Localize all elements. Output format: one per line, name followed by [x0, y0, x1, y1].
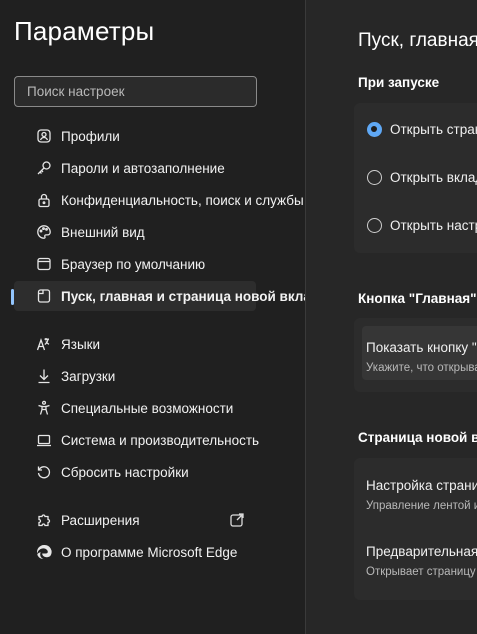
startup-option-custom-pages[interactable]: Открыть настроенные страницы [367, 218, 477, 233]
search-box[interactable] [14, 76, 257, 107]
page-title: Параметры [14, 16, 155, 46]
radio-button[interactable] [367, 170, 382, 185]
puzzle-icon [35, 511, 53, 529]
home-button-title: Кнопка "Главная" [358, 291, 477, 306]
sidebar-item-label: Специальные возможности [61, 400, 234, 416]
sidebar-item-default-browser[interactable]: Браузер по умолчанию [14, 249, 306, 279]
sidebar-item-start-home-newtab[interactable]: Пуск, главная и страница новой вкладки [14, 281, 306, 311]
sidebar-item-label: Внешний вид [61, 224, 145, 240]
sidebar-item-privacy[interactable]: Конфиденциальность, поиск и службы [14, 185, 306, 215]
setting-description: Открывает страницу новой вкладки быстрее [366, 566, 477, 578]
sidebar-item-label: Пуск, главная и страница новой вкладки [61, 288, 306, 304]
accessibility-icon [35, 399, 53, 417]
sidebar-item-label: Сбросить настройки [61, 464, 189, 480]
section-page-title: Пуск, главная и страница новой вкладки [358, 30, 477, 51]
search-input[interactable] [15, 77, 256, 106]
sidebar-item-extensions[interactable]: Расширения [14, 505, 306, 535]
reset-icon [35, 463, 53, 481]
main-content: Пуск, главная и страница новой вкладки П… [306, 0, 477, 634]
download-icon [35, 367, 53, 385]
sidebar-item-system[interactable]: Система и производительность [14, 425, 306, 455]
active-indicator [11, 289, 14, 305]
sidebar: Параметры Профили Пароли и автозаполнени… [0, 0, 306, 634]
on-startup-title: При запуске [358, 75, 440, 90]
radio-button[interactable] [367, 218, 382, 233]
sidebar-item-label: Браузер по умолчанию [61, 256, 206, 272]
sidebar-item-downloads[interactable]: Загрузки [14, 361, 306, 391]
sidebar-item-label: Система и производительность [61, 432, 260, 448]
profile-icon [35, 127, 53, 145]
laptop-icon [35, 431, 53, 449]
start-page-icon [35, 287, 53, 305]
lock-icon [35, 191, 53, 209]
sidebar-item-label: Конфиденциальность, поиск и службы [61, 192, 304, 208]
startup-option-new-tab[interactable]: Открыть страницу новой вкладки [367, 122, 477, 137]
new-tab-title: Страница новой вкладки [358, 430, 477, 445]
sidebar-item-label: Профили [61, 128, 120, 144]
setting-description: Укажите, что открывать при нажатии кнопк… [366, 362, 477, 374]
setting-description: Управление лентой и контентом [366, 500, 477, 512]
palette-icon [35, 223, 53, 241]
new-tab-customize-setting[interactable]: Настройка страницы новой вкладки Управле… [366, 478, 477, 512]
setting-label: Показать кнопку "Главная" на панели инст… [366, 340, 477, 355]
browser-icon [35, 255, 53, 273]
sidebar-item-label: Пароли и автозаполнение [61, 160, 225, 176]
setting-label: Предварительная загрузка страницы новой … [366, 544, 477, 559]
home-button-setting: Показать кнопку "Главная" на панели инст… [366, 340, 477, 374]
sidebar-item-label: Загрузки [61, 368, 116, 384]
sidebar-item-label: Расширения [61, 512, 140, 528]
setting-label: Настройка страницы новой вкладки [366, 478, 477, 493]
key-icon [35, 159, 53, 177]
sidebar-item-accessibility[interactable]: Специальные возможности [14, 393, 306, 423]
startup-option-previous-tabs[interactable]: Открыть вкладки из предыдущего сеанса [367, 170, 477, 185]
sidebar-item-label: О программе Microsoft Edge [61, 544, 238, 560]
home-button-card: Показать кнопку "Главная" на панели инст… [354, 318, 477, 392]
sidebar-item-languages[interactable]: Языки [14, 329, 306, 359]
radio-button-checked[interactable] [367, 122, 382, 137]
new-tab-card: Настройка страницы новой вкладки Управле… [354, 458, 477, 600]
sidebar-item-appearance[interactable]: Внешний вид [14, 217, 306, 247]
sidebar-item-reset[interactable]: Сбросить настройки [14, 457, 306, 487]
on-startup-card: Открыть страницу новой вкладки Открыть в… [354, 103, 477, 253]
sidebar-item-profiles[interactable]: Профили [14, 121, 306, 151]
new-tab-preload-setting[interactable]: Предварительная загрузка страницы новой … [366, 544, 477, 578]
sidebar-item-about[interactable]: О программе Microsoft Edge [14, 537, 306, 567]
sidebar-item-label: Языки [61, 336, 101, 352]
languages-icon [35, 335, 53, 353]
sidebar-item-passwords[interactable]: Пароли и автозаполнение [14, 153, 306, 183]
edge-icon [35, 543, 53, 561]
external-link-icon[interactable] [230, 513, 244, 527]
